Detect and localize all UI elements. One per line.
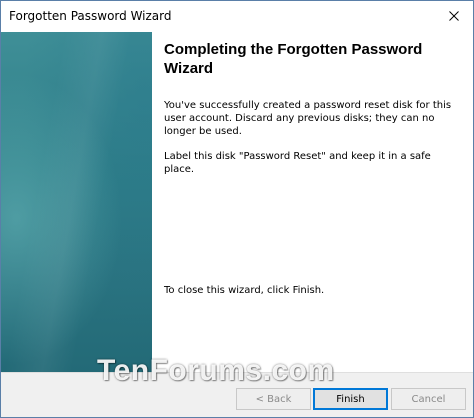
button-bar: < Back Finish Cancel (1, 372, 473, 417)
success-message: You've successfully created a password r… (164, 100, 452, 137)
title-bar: Forgotten Password Wizard (1, 1, 473, 32)
cancel-button[interactable]: Cancel (391, 388, 466, 410)
sidebar-sheen (1, 32, 152, 372)
finish-button[interactable]: Finish (313, 388, 388, 410)
close-button[interactable] (441, 4, 467, 28)
back-button[interactable]: < Back (236, 388, 311, 410)
close-icon (449, 11, 459, 21)
label-instruction: Label this disk "Password Reset" and kee… (164, 151, 431, 175)
wizard-content: Completing the Forgotten Password Wizard… (152, 32, 473, 372)
wizard-window: Forgotten Password Wizard Completing the… (0, 0, 474, 418)
page-title: Completing the Forgotten Password Wizard (164, 41, 423, 77)
wizard-sidebar-graphic (1, 32, 152, 372)
close-instruction: To close this wizard, click Finish. (164, 285, 325, 296)
window-title: Forgotten Password Wizard (9, 9, 172, 23)
